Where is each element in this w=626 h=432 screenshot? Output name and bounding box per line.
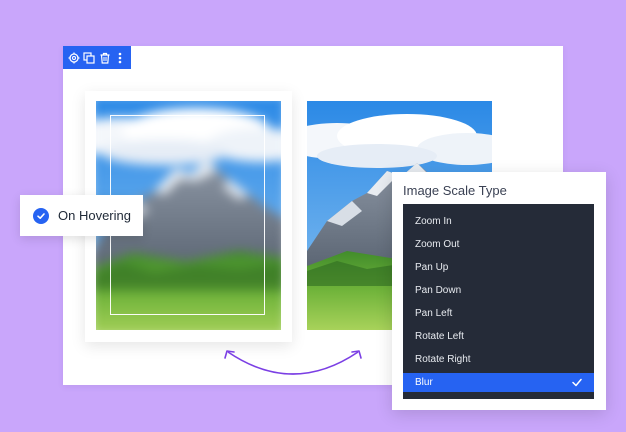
menu-item-label: Zoom Out (415, 239, 460, 250)
element-toolbar (63, 46, 131, 69)
on-hovering-chip[interactable]: On Hovering (20, 195, 143, 236)
scale-type-menu: Zoom In Zoom Out Pan Up Pan Down Pan Lef… (403, 204, 594, 399)
menu-item-pan-up[interactable]: Pan Up (403, 258, 594, 277)
menu-item-label: Zoom In (415, 216, 452, 227)
menu-item-label: Rotate Right (415, 354, 471, 365)
menu-item-pan-left[interactable]: Pan Left (403, 304, 594, 323)
menu-item-label: Pan Left (415, 308, 453, 319)
menu-item-blur[interactable]: Blur (403, 373, 594, 392)
trash-icon[interactable] (98, 51, 112, 65)
menu-item-label: Pan Up (415, 262, 449, 273)
menu-item-pan-down[interactable]: Pan Down (403, 281, 594, 300)
hover-chip-label: On Hovering (58, 208, 131, 223)
checkmark-icon (572, 373, 582, 399)
image-scale-title: Image Scale Type (403, 183, 507, 198)
menu-item-zoom-in[interactable]: Zoom In (403, 212, 594, 231)
menu-item-label: Rotate Left (415, 331, 464, 342)
more-vertical-icon[interactable] (113, 51, 127, 65)
check-circle-icon (33, 207, 49, 224)
duplicate-icon[interactable] (82, 51, 96, 65)
menu-item-rotate-left[interactable]: Rotate Left (403, 327, 594, 346)
menu-item-label: Pan Down (415, 285, 462, 296)
menu-item-label: Blur (415, 377, 433, 388)
swap-arrow-icon (224, 350, 362, 375)
gear-icon[interactable] (67, 51, 81, 65)
menu-item-zoom-out[interactable]: Zoom Out (403, 235, 594, 254)
menu-item-rotate-right[interactable]: Rotate Right (403, 350, 594, 369)
